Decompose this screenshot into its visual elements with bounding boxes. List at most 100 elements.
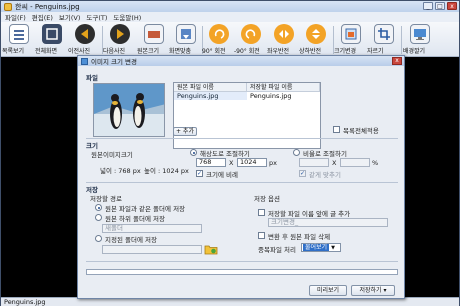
resolution-radio[interactable] [190,149,197,156]
crop-button[interactable]: 자르기 [367,24,401,55]
save-button[interactable]: 저장하기 ▾ [351,285,395,296]
menu-edit[interactable]: 편집(E) [32,12,53,22]
app-icon [4,2,12,11]
toolbar-label: 상하반전 [299,48,322,55]
close-button[interactable]: x [447,2,457,10]
chevron-down-icon: ▾ [383,287,387,294]
save-subfolder-radio[interactable] [95,214,102,221]
duplicate-file-value: 물어보기 [303,244,330,251]
title-bar[interactable]: 한씨 - Penguins.jpg _ □ x [1,1,459,12]
original-size-button[interactable]: 원본크기 [137,24,171,55]
divider [86,182,398,183]
fullscreen-button[interactable]: 전체화면 [35,24,69,55]
ratio-width-input[interactable] [299,158,329,167]
dialog-title: 이미지 크기 변경 [91,58,137,66]
toolbar-label: 전체화면 [35,48,58,55]
menu-file[interactable]: 파일(F) [5,12,26,22]
progress-bar [86,269,398,275]
previous-icon [75,24,95,44]
rotate-minus-90-button[interactable]: -90° 회전 [234,24,268,55]
list-view-button[interactable]: 목록보기 [2,24,36,55]
file-section-title: 파일 [86,74,98,82]
flip-vertical-button[interactable]: 상하반전 [299,24,333,55]
keep-ratio-checkbox[interactable]: ✓ [196,170,203,177]
toolbar-label: 목록보기 [2,48,25,55]
px-unit-label: px [269,159,277,167]
minimize-button[interactable]: _ [423,2,433,10]
apply-all-label: 목록전체적용 [343,127,379,135]
save-subfolder-label: 원본 하위 폴더에 저장 [105,215,166,223]
duplicate-file-label: 중복파일 처리 [258,246,296,254]
menu-tools[interactable]: 도구(T) [86,12,107,22]
original-size-label: 원본이미지크기 [91,151,133,159]
save-same-folder-label: 원본 파일과 같은 폴더에 저장 [105,205,186,213]
save-path-label: 저장할 경로 [90,195,122,203]
toolbar-label: 원본크기 [137,48,160,55]
ratio-height-input[interactable] [340,158,370,167]
source-file-name: Penguins.jpg [174,92,247,100]
duplicate-file-select[interactable]: 물어보기 ▼ [301,243,341,252]
next-photo-button[interactable]: 다음사진 [103,24,137,55]
toolbar-separator [401,26,402,54]
delete-original-checkbox[interactable] [258,232,265,239]
apply-all-checkbox[interactable] [333,126,340,133]
flip-horizontal-icon [274,24,294,44]
divider [86,261,398,262]
fit-screen-button[interactable]: 화면맞춤 [169,24,203,55]
ratio-x-label: X [332,159,337,167]
resolution-height-input[interactable]: 1024 [237,158,267,167]
add-text-checkbox[interactable] [258,209,265,216]
wallpaper-button[interactable]: 배경깔기 [403,24,437,55]
custom-folder-input[interactable] [102,245,202,254]
next-icon [110,24,130,44]
resize-button[interactable]: 크기변경 [334,24,368,55]
resolution-label: 해상도로 조절하기 [200,150,250,158]
dialog-title-bar[interactable]: 이미지 크기 변경 x [78,56,404,66]
resolution-x-label: X [229,159,234,167]
flip-horizontal-button[interactable]: 좌우반전 [267,24,301,55]
menu-help[interactable]: 도움말(H) [113,12,141,22]
wallpaper-icon [410,24,430,44]
ratio-label: 비율로 조절하기 [303,150,347,158]
same-ratio-checkbox[interactable]: ✓ [299,170,306,177]
toolbar: 목록보기 전체화면 이전사진 다음사진 원본크기 화면맞춤 90° 회전 -90… [1,22,459,57]
previous-photo-button[interactable]: 이전사진 [68,24,102,55]
preview-button[interactable]: 미리보기 [309,285,347,296]
delete-original-label: 변환 후 원본 파일 삭제 [268,233,331,241]
add-text-label: 저장할 파일 이름 앞에 글 추가 [268,210,351,218]
rotate-90-button[interactable]: 90° 회전 [202,24,236,55]
menu-bar: 파일(F) 편집(E) 보기(V) 도구(T) 도움말(H) [1,12,459,22]
toolbar-label: 다음사진 [103,48,126,55]
resolution-width-input[interactable]: 768 [196,158,226,167]
list-item[interactable]: Penguins.jpg Penguins.jpg [174,92,320,100]
prefix-text-input[interactable]: 크기변경_ [268,218,388,227]
target-file-name: Penguins.jpg [250,92,292,100]
original-size-icon [144,24,164,44]
keep-ratio-label: 크기에 비례 [206,171,238,179]
toolbar-label: 좌우반전 [267,48,290,55]
toolbar-label: 크기변경 [334,48,357,55]
status-filename: Penguins.jpg [4,298,46,306]
ratio-radio[interactable] [293,149,300,156]
original-height-value: 높이 : 1024 px [144,167,189,175]
menu-view[interactable]: 보기(V) [59,12,80,22]
column-source-name[interactable]: 원본 파일 이름 [174,83,247,91]
rotate-left-icon [241,24,261,44]
window-title: 한씨 - Penguins.jpg [15,2,80,11]
toolbar-label: 90° 회전 [202,48,226,55]
chevron-down-icon: ▼ [331,244,335,251]
rotate-right-icon [209,24,229,44]
folder-browse-icon[interactable] [204,243,218,255]
column-target-name[interactable]: 저장할 파일 이름 [247,83,320,91]
divider [86,138,398,139]
save-same-folder-radio[interactable] [95,204,102,211]
save-custom-folder-radio[interactable] [95,235,102,242]
subfolder-name-input[interactable]: 새폴더 [102,224,202,233]
toolbar-label: 배경깔기 [403,48,426,55]
percent-unit-label: % [372,159,379,167]
resize-icon [341,24,361,44]
add-file-button[interactable]: + 추가 [173,127,197,136]
maximize-button[interactable]: □ [435,2,445,10]
dialog-close-button[interactable]: x [392,57,402,65]
crop-icon [374,24,394,44]
